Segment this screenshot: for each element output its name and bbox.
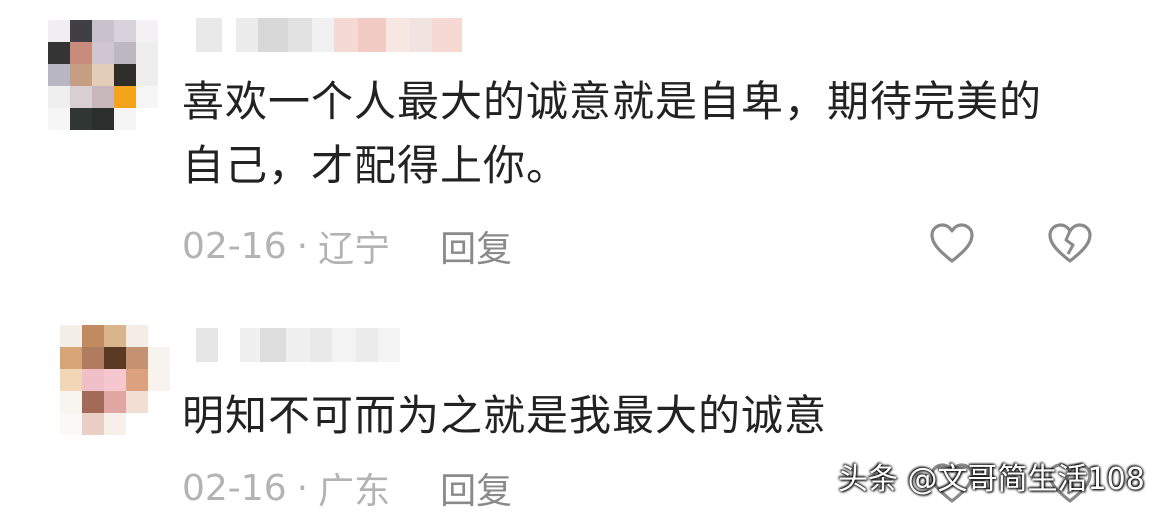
heart-outline-icon[interactable] xyxy=(928,220,976,268)
avatar[interactable] xyxy=(60,325,170,435)
comment-date: 02-16 xyxy=(182,225,287,267)
meta-separator: · xyxy=(296,225,309,267)
reply-button[interactable]: 回复 xyxy=(440,220,512,272)
comment-meta: 02-16 · 广东 回复 xyxy=(182,462,512,514)
comment-text: 喜欢一个人最大的诚意就是自卑，期待完美的 自己，才配得上你。 xyxy=(182,77,1043,190)
comment-item: 喜欢一个人最大的诚意就是自卑，期待完美的 自己，才配得上你。 02-16 · 辽… xyxy=(0,0,1152,290)
meta-separator: · xyxy=(296,467,309,509)
broken-heart-icon[interactable] xyxy=(1046,220,1094,268)
username-blurred[interactable] xyxy=(196,328,400,362)
username-blurred[interactable] xyxy=(196,18,462,52)
reply-button[interactable]: 回复 xyxy=(440,462,512,514)
comment-text: 明知不可而为之就是我最大的诚意 xyxy=(182,391,828,440)
comment-location: 广东 xyxy=(318,471,391,512)
comment-location: 辽宁 xyxy=(318,229,391,270)
comment-meta: 02-16 · 辽宁 回复 xyxy=(182,220,512,272)
comment-date: 02-16 xyxy=(182,467,287,509)
avatar[interactable] xyxy=(48,20,158,130)
watermark: 头条 @文哥简生活108 xyxy=(838,462,1145,497)
